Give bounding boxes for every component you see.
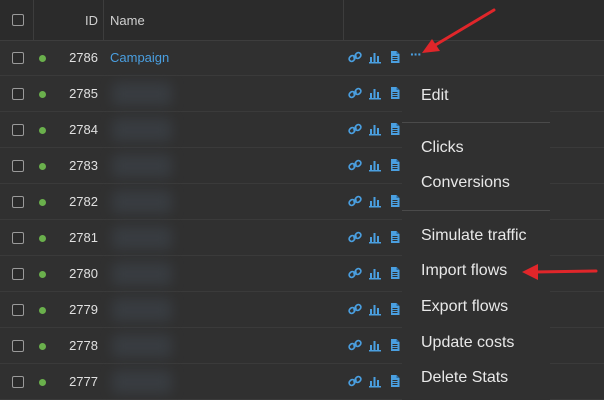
status-dot <box>39 199 46 206</box>
menu-divider <box>402 210 550 211</box>
status-dot <box>39 55 46 62</box>
link-icon[interactable] <box>348 194 362 208</box>
row-checkbox[interactable] <box>12 196 24 208</box>
document-icon[interactable] <box>388 50 402 64</box>
document-icon[interactable] <box>388 86 402 100</box>
document-icon[interactable] <box>388 122 402 136</box>
redacted-name <box>112 370 172 394</box>
row-id: 2778 <box>69 338 98 353</box>
status-dot <box>39 91 46 98</box>
link-icon[interactable] <box>348 302 362 316</box>
redacted-name <box>112 334 172 358</box>
row-checkbox[interactable] <box>12 268 24 280</box>
document-icon[interactable] <box>388 158 402 172</box>
select-all-checkbox[interactable] <box>12 14 24 26</box>
document-icon[interactable] <box>388 338 402 352</box>
document-icon[interactable] <box>388 266 402 280</box>
menu-divider <box>402 122 550 123</box>
actions-dropdown-menu: Edit Clicks Conversions Simulate traffic… <box>402 76 550 400</box>
row-checkbox[interactable] <box>12 376 24 388</box>
row-id: 2785 <box>69 86 98 101</box>
row-checkbox[interactable] <box>12 124 24 136</box>
report-chart-icon[interactable] <box>368 338 382 352</box>
report-chart-icon[interactable] <box>368 230 382 244</box>
row-id: 2783 <box>69 158 98 173</box>
report-chart-icon[interactable] <box>368 374 382 388</box>
redacted-name <box>112 154 172 178</box>
row-checkbox[interactable] <box>12 52 24 64</box>
redacted-name <box>112 118 172 142</box>
document-icon[interactable] <box>388 194 402 208</box>
link-icon[interactable] <box>348 230 362 244</box>
table-header: ID Name <box>0 0 604 41</box>
row-checkbox[interactable] <box>12 304 24 316</box>
status-dot <box>39 127 46 134</box>
link-icon[interactable] <box>348 158 362 172</box>
campaign-name-link[interactable]: Campaign <box>110 50 169 65</box>
menu-item-import-flows[interactable]: Import flows <box>421 262 507 280</box>
row-id: 2777 <box>69 374 98 389</box>
row-checkbox[interactable] <box>12 88 24 100</box>
report-chart-icon[interactable] <box>368 50 382 64</box>
row-checkbox[interactable] <box>12 340 24 352</box>
menu-item-conversions[interactable]: Conversions <box>421 174 510 192</box>
row-checkbox[interactable] <box>12 160 24 172</box>
menu-item-simulate-traffic[interactable]: Simulate traffic <box>421 227 527 245</box>
row-checkbox[interactable] <box>12 232 24 244</box>
link-icon[interactable] <box>348 338 362 352</box>
annotation-arrow-more <box>422 8 496 53</box>
column-header-id[interactable]: ID <box>85 13 98 28</box>
redacted-name <box>112 226 172 250</box>
document-icon[interactable] <box>388 302 402 316</box>
row-id: 2784 <box>69 122 98 137</box>
menu-item-export-flows[interactable]: Export flows <box>421 298 508 316</box>
report-chart-icon[interactable] <box>368 122 382 136</box>
status-dot <box>39 163 46 170</box>
document-icon[interactable] <box>388 374 402 388</box>
row-id: 2786 <box>69 50 98 65</box>
menu-item-update-costs[interactable]: Update costs <box>421 334 514 352</box>
link-icon[interactable] <box>348 122 362 136</box>
row-id: 2779 <box>69 302 98 317</box>
report-chart-icon[interactable] <box>368 86 382 100</box>
status-dot <box>39 307 46 314</box>
row-id: 2782 <box>69 194 98 209</box>
menu-item-edit[interactable]: Edit <box>421 87 449 105</box>
table-row[interactable]: 2786 Campaign ··· <box>0 40 604 76</box>
row-id: 2781 <box>69 230 98 245</box>
link-icon[interactable] <box>348 50 362 64</box>
report-chart-icon[interactable] <box>368 302 382 316</box>
report-chart-icon[interactable] <box>368 194 382 208</box>
redacted-name <box>112 190 172 214</box>
redacted-name <box>112 82 172 106</box>
status-dot <box>39 379 46 386</box>
row-id: 2780 <box>69 266 98 281</box>
status-dot <box>39 235 46 242</box>
link-icon[interactable] <box>348 266 362 280</box>
annotation-arrow-import <box>522 264 598 280</box>
menu-item-clicks[interactable]: Clicks <box>421 139 464 157</box>
report-chart-icon[interactable] <box>368 158 382 172</box>
menu-item-delete-stats[interactable]: Delete Stats <box>421 369 508 387</box>
column-header-name[interactable]: Name <box>110 13 145 28</box>
report-chart-icon[interactable] <box>368 266 382 280</box>
status-dot <box>39 271 46 278</box>
status-dot <box>39 343 46 350</box>
link-icon[interactable] <box>348 86 362 100</box>
redacted-name <box>112 298 172 322</box>
document-icon[interactable] <box>388 230 402 244</box>
redacted-name <box>112 262 172 286</box>
link-icon[interactable] <box>348 374 362 388</box>
